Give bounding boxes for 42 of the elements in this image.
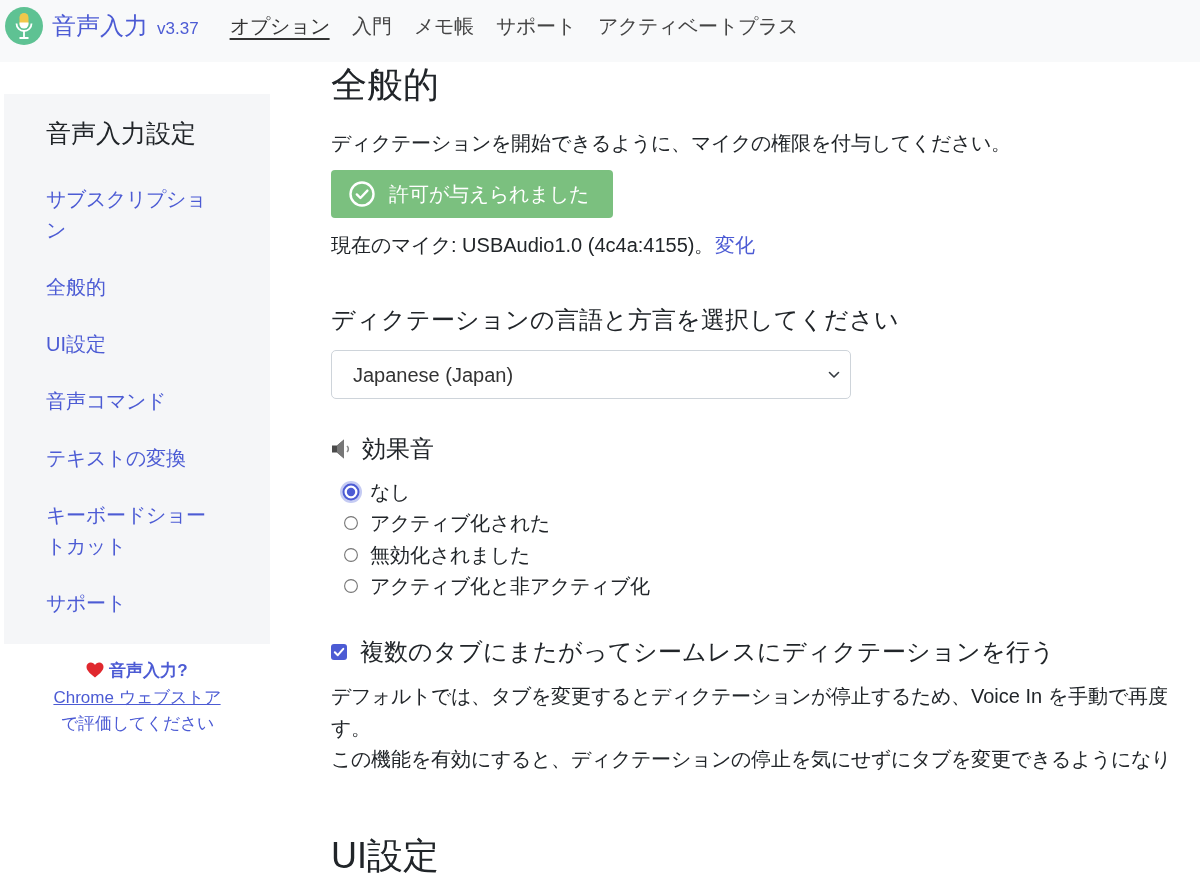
nav-link[interactable]: オプション	[229, 12, 330, 40]
language-heading: ディクテーションの言語と方言を選択してください	[331, 305, 899, 335]
sidebar-link[interactable]: 音声コマンド	[46, 386, 218, 417]
brand-title[interactable]: 音声入力	[52, 11, 148, 41]
sidebar-link[interactable]: サブスクリプション	[46, 184, 218, 246]
radio-button[interactable]	[344, 516, 358, 531]
sidebar-link[interactable]: 全般的	[46, 272, 218, 303]
description-text: す。	[331, 715, 372, 741]
nav-link[interactable]: メモ帳	[413, 12, 474, 40]
description-text: デフォルトでは、タブを変更するとディクテーションが停止するため、Voice In を手動で再度	[331, 684, 1169, 709]
radio-option-label: アクティブ化と非アクティブ化	[370, 574, 650, 600]
nav-link[interactable]: 入門	[351, 12, 392, 40]
sidebar-link[interactable]: キーボードショートカット	[46, 500, 218, 562]
radio-button[interactable]	[344, 579, 358, 594]
check-circle-icon	[349, 181, 375, 207]
description-text: この機能を有効にすると、ディクテーションの停止を気にせずにタブを変更できるようになり	[331, 747, 1171, 772]
sidebar-link[interactable]: サポート	[46, 588, 218, 619]
sidebar-link[interactable]: テキストの変換	[46, 443, 218, 474]
permission-text: ディクテーションを開始できるように、マイクの権限を付与してください。	[331, 131, 1011, 156]
rating-text: 音声入力? Chrome ウェブストア で評価してください	[52, 660, 222, 735]
heart-icon	[86, 662, 105, 678]
language-select[interactable]: Japanese (Japan)	[331, 350, 851, 399]
section-heading: UI設定	[331, 833, 439, 877]
radio-option-label: アクティブ化された	[370, 511, 550, 537]
sidebar-title: 音声入力設定	[46, 118, 197, 148]
sound-effects-heading: 効果音	[362, 434, 434, 464]
caret-icon	[828, 370, 840, 379]
current-microphone-text: 現在のマイク: USBAudio1.0 (4c4a:4155)。変化	[331, 233, 755, 258]
nav-link[interactable]: サポート	[495, 12, 576, 40]
microphone-logo-icon	[5, 7, 43, 45]
radio-button[interactable]	[344, 547, 358, 562]
version-label: v3.37	[157, 18, 199, 40]
checkbox-label: 複数のタブにまたがってシームレスにディクテーションを行う	[360, 637, 1055, 667]
nav-link[interactable]: アクティベートプラス	[597, 12, 798, 40]
section-heading: 全般的	[331, 63, 439, 106]
change-link[interactable]: 変化	[714, 234, 755, 256]
sidebar-link[interactable]: UI設定	[46, 329, 218, 360]
checkbox[interactable]	[331, 644, 347, 660]
radio-option-label: 無効化されました	[370, 542, 530, 568]
store-link[interactable]: Chrome ウェブストア	[53, 687, 221, 707]
radio-option-label: なし	[370, 479, 410, 505]
radio-button[interactable]	[340, 480, 362, 503]
